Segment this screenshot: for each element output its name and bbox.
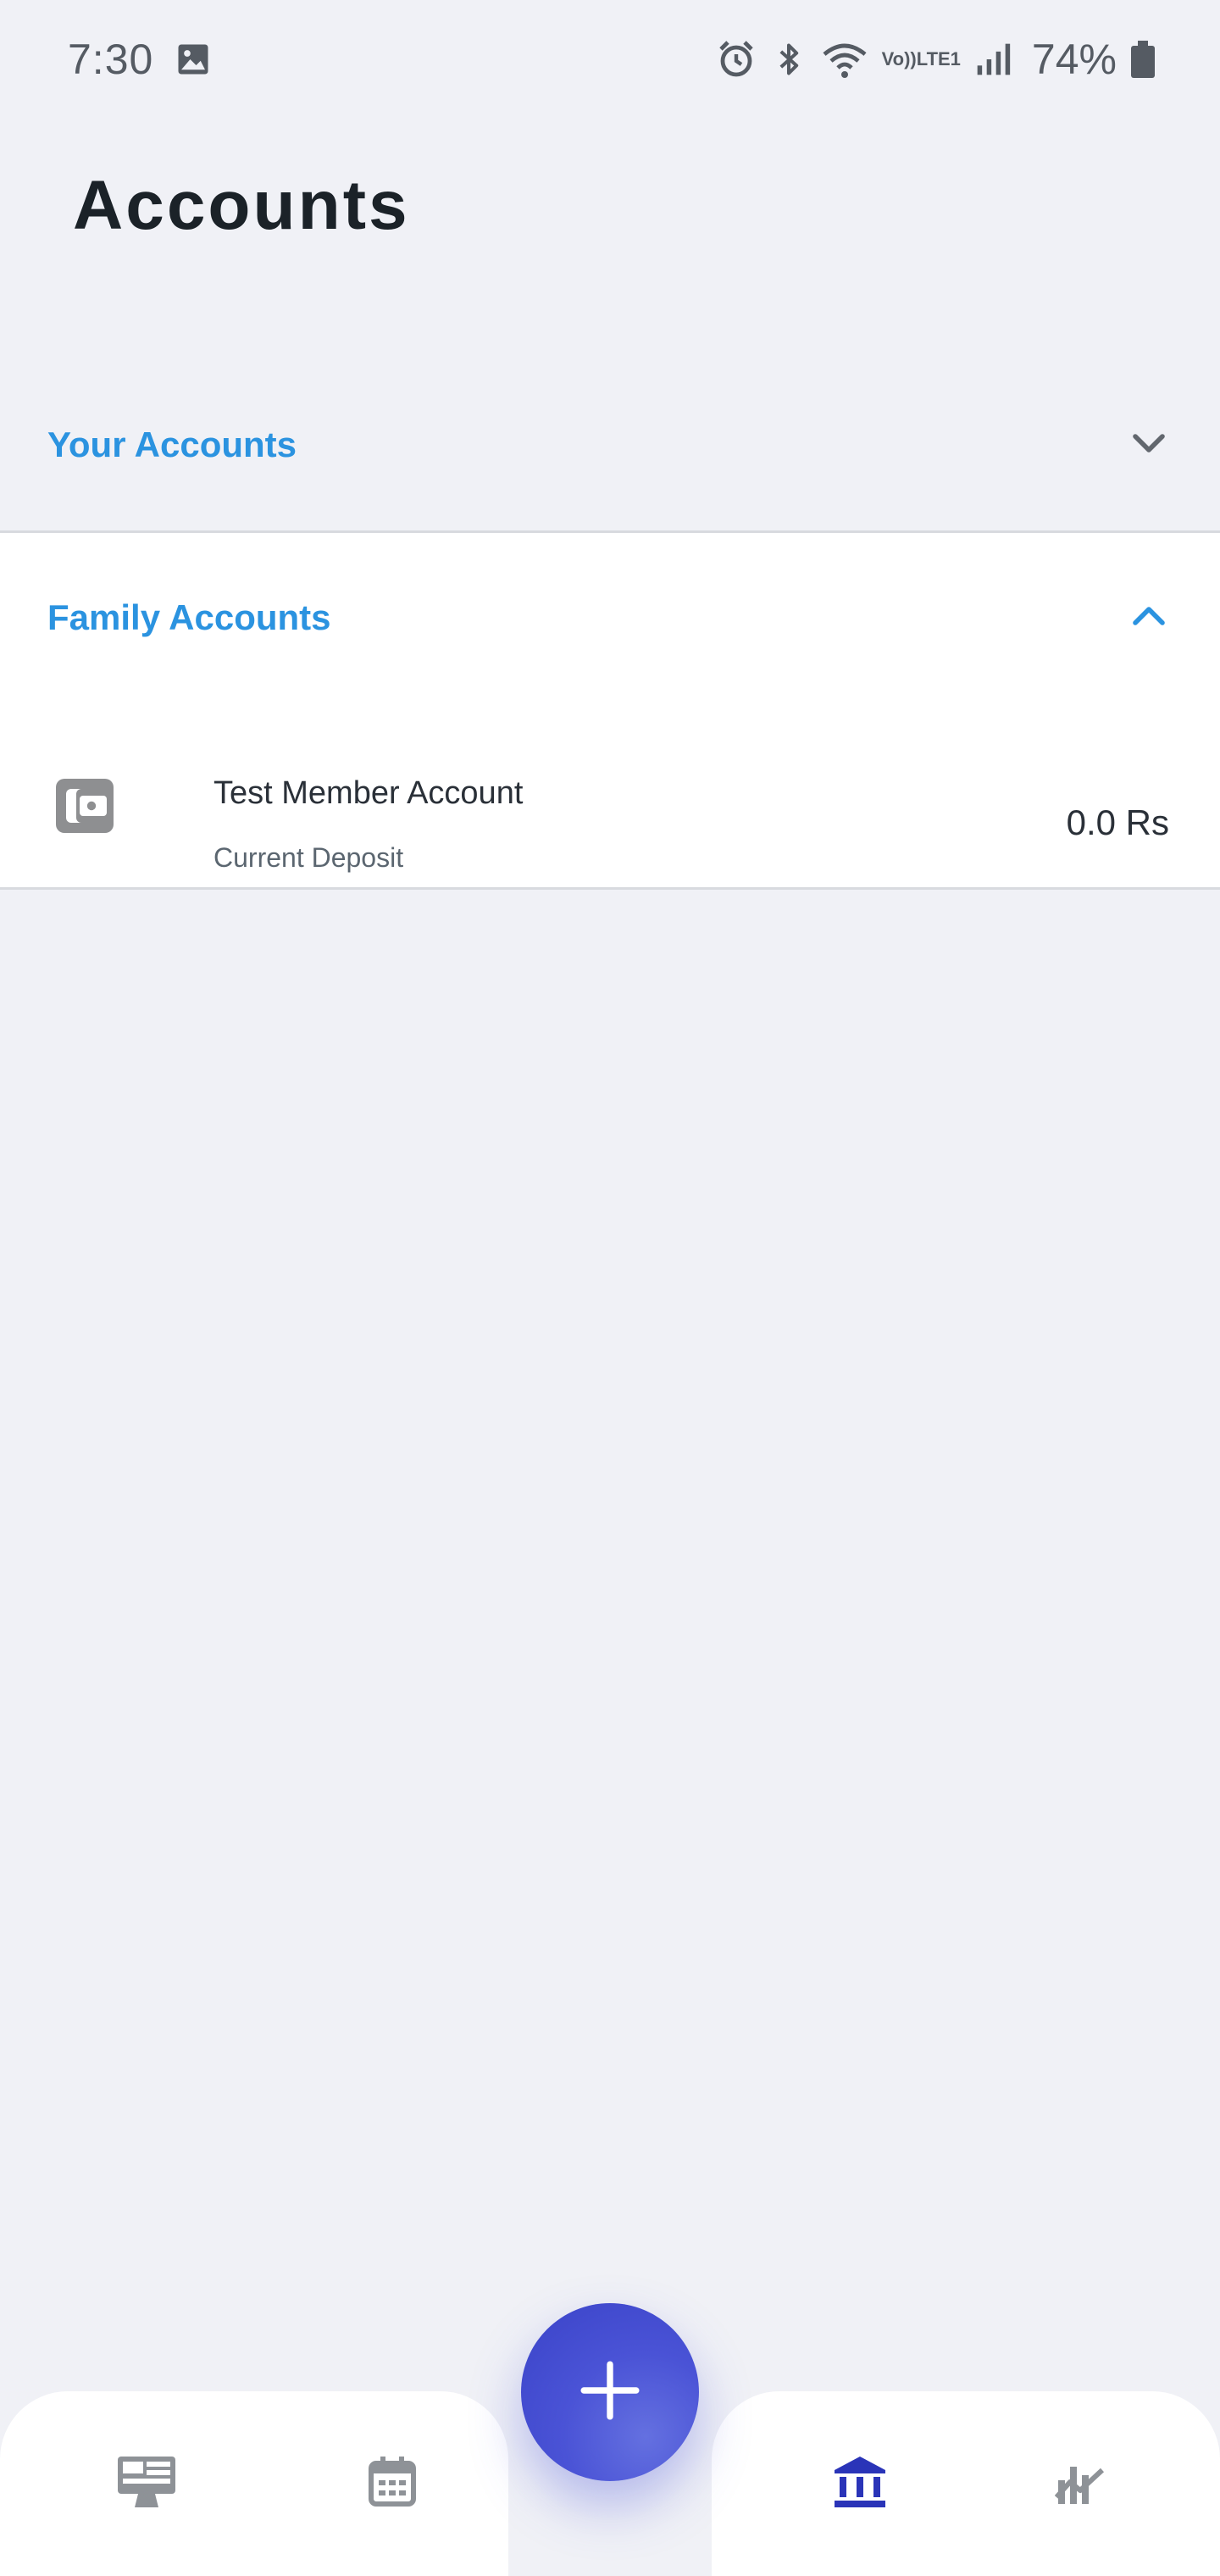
account-type: Current Deposit — [214, 842, 404, 873]
volte-line1: Vo)) — [881, 48, 917, 69]
wifi-icon — [821, 39, 868, 80]
nav-calendar[interactable] — [354, 2446, 430, 2522]
wallet-icon — [56, 779, 114, 837]
account-balance: 0.0 Rs — [1066, 802, 1169, 842]
status-bar: 7:30 Vo)) LTE1 74% — [0, 0, 1220, 119]
bottom-nav-left — [0, 2391, 508, 2576]
plus-icon — [579, 2359, 641, 2426]
accounts-screen: 7:30 Vo)) LTE1 74% Accounts Your Account… — [0, 0, 1220, 2576]
volte-line2: LTE1 — [916, 48, 961, 69]
account-list-item[interactable]: Test Member Account Current Deposit 0.0 … — [0, 728, 1220, 880]
bottom-nav-right — [712, 2391, 1220, 2576]
page-title: Accounts — [73, 167, 410, 244]
chevron-up-icon[interactable] — [1128, 596, 1169, 641]
dashboard-icon — [118, 2456, 175, 2512]
family-accounts-header[interactable]: Family Accounts — [0, 533, 1220, 702]
account-name: Test Member Account — [214, 775, 524, 811]
family-accounts-panel: Family Accounts Test Member Account Curr… — [0, 533, 1220, 890]
calendar-icon — [369, 2456, 416, 2512]
status-right: Vo)) LTE1 74% — [716, 35, 1156, 84]
alarm-icon — [716, 39, 757, 80]
status-time: 7:30 — [68, 36, 154, 83]
chevron-down-icon[interactable] — [1128, 423, 1169, 468]
signal-icon — [974, 41, 1012, 78]
volte-icon: Vo)) LTE1 — [882, 50, 961, 69]
your-accounts-title: Your Accounts — [47, 425, 297, 464]
family-accounts-title: Family Accounts — [47, 597, 331, 637]
battery-percent: 74% — [1031, 36, 1117, 83]
nav-dashboard[interactable] — [108, 2446, 185, 2522]
nav-accounts[interactable] — [822, 2446, 898, 2522]
nav-stats[interactable] — [1042, 2446, 1118, 2522]
chart-icon — [1054, 2457, 1106, 2512]
battery-icon — [1130, 41, 1156, 78]
add-button[interactable] — [521, 2303, 699, 2481]
status-left: 7:30 — [68, 35, 211, 84]
image-icon — [175, 42, 211, 77]
bank-icon — [833, 2455, 887, 2513]
bluetooth-icon — [770, 39, 807, 80]
your-accounts-header[interactable]: Your Accounts — [0, 360, 1220, 530]
